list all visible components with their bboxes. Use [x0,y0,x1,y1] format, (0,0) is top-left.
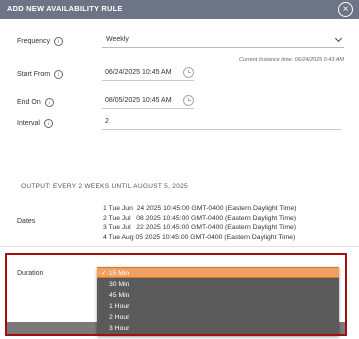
output-summary: OUTPUT: EVERY 2 WEEKS UNTIL AUGUST 5, 20… [21,183,188,190]
interval-input[interactable]: 2 [102,116,342,130]
frequency-label-row: Frequency i [17,37,64,46]
current-instance-hint: Current Instance time: 06/24/2025 6:43 A… [239,57,344,63]
frequency-label: Frequency [17,38,51,45]
dialog-title-bar: ADD NEW AVAILABILITY RULE × [0,0,359,19]
dates-list: 1 Tue Jun 24 2025 10:45:00 GMT-0400 (Eas… [103,204,296,242]
highlight-box [5,253,347,336]
divider [0,246,359,247]
close-icon[interactable]: × [338,2,353,17]
frequency-value: Weekly [106,36,129,43]
end-on-value: 08/05/2025 10:45 AM [105,97,172,104]
interval-value: 2 [105,118,109,125]
date-item: 4 Tue Aug 05 2025 10:45:00 GMT-0400 (Eas… [103,233,296,241]
interval-label-row: Interval i [17,119,53,128]
dialog-title: ADD NEW AVAILABILITY RULE [7,4,123,13]
start-from-input[interactable]: 06/24/2025 10:45 AM [102,67,194,81]
date-item: 2 Tue Jul 08 2025 10:45:00 GMT-0400 (Eas… [103,214,297,222]
clock-icon[interactable] [183,95,194,106]
date-item: 1 Tue Jun 24 2025 10:45:00 GMT-0400 (Eas… [103,205,297,212]
info-icon[interactable]: i [54,70,64,79]
dates-label: Dates [17,218,36,225]
end-on-label-row: End On i [17,98,54,107]
info-icon[interactable]: i [44,98,54,107]
info-icon[interactable]: i [43,119,53,128]
end-on-input[interactable]: 08/05/2025 10:45 AM [102,95,194,109]
start-from-label: Start From [17,71,51,78]
info-icon[interactable]: i [54,37,64,46]
start-from-label-row: Start From i [17,70,64,79]
frequency-select[interactable]: Weekly [102,33,344,48]
clock-icon[interactable] [183,67,194,78]
end-on-label: End On [17,99,41,106]
date-item: 3 Tue Jul 22 2025 10:45:00 GMT-0400 (Eas… [103,224,297,231]
interval-label: Interval [17,120,40,127]
chevron-down-icon [334,34,343,43]
start-from-value: 06/24/2025 10:45 AM [105,69,172,76]
